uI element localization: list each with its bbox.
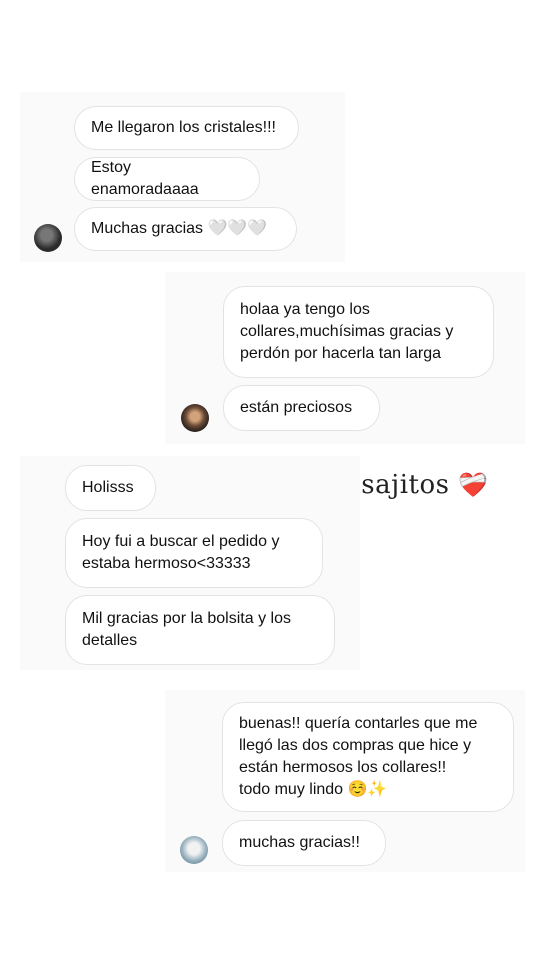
avatar[interactable] [180, 836, 208, 864]
avatar[interactable] [34, 224, 62, 252]
message-bubble: están preciosos [223, 385, 380, 431]
avatar[interactable] [181, 404, 209, 432]
message-bubble: holaa ya tengo los collares,muchísimas g… [223, 286, 494, 378]
message-bubble: Muchas gracias 🤍🤍🤍 [74, 207, 297, 251]
message-bubble: buenas!! quería contarles que me llegó l… [222, 702, 514, 812]
message-bubble: Estoy enamoradaaaa [74, 157, 260, 201]
message-bubble: Hoy fui a buscar el pedido y estaba herm… [65, 518, 323, 588]
heart-icon: ❤️‍🩹 [458, 471, 489, 499]
message-bubble: Me llegaron los cristales!!! [74, 106, 299, 150]
message-bubble: muchas gracias!! [222, 820, 386, 866]
message-bubble: Mil gracias por la bolsita y los detalle… [65, 595, 335, 665]
message-bubble: Holisss [65, 465, 156, 511]
